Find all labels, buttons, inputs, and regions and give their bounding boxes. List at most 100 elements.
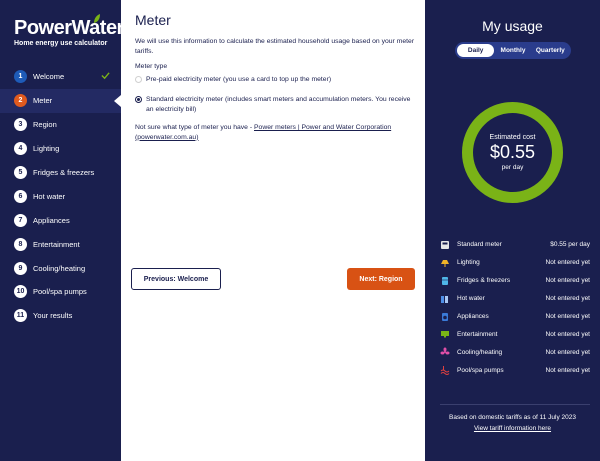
main-panel: Meter We will use this information to ca… [121,0,425,461]
option-standard-meter[interactable]: Standard electricity meter (includes sma… [135,95,415,114]
nav-item-region[interactable]: 3 Region [0,113,121,137]
usage-category: Lighting [457,259,480,267]
step-label: Fridges & freezers [33,168,95,177]
usage-value: $0.55 per day [550,241,590,249]
step-label: Your results [33,311,73,321]
step-number: 11 [14,309,27,323]
usage-row-standard-meter: Standard meter $0.55 per day [440,236,590,254]
tab-daily[interactable]: Daily [457,44,495,57]
step-number: 5 [14,166,27,179]
usage-row-cooling-heating: Cooling/heating Not entered yet [440,343,590,361]
step-number: 1 [14,70,27,84]
next-button[interactable]: Next: Region [347,268,415,290]
step-nav: 1 Welcome 2 Meter 3 Region 4 Lighting 5 Fridges &… [0,65,121,328]
gauge-label: Estimated cost [489,134,536,141]
usage-value: Not entered yet [545,295,590,303]
radio-standard[interactable] [135,96,142,103]
meter-type-label: Meter type [135,63,168,70]
intro-text: We will use this information to calculat… [135,38,415,55]
nav-item-cooling-heating[interactable]: 9 Cooling/heating [0,256,121,280]
step-number: 2 [14,94,27,108]
step-label: Cooling/heating [33,263,86,273]
usage-value: Not entered yet [545,277,590,285]
appliance-icon [440,312,450,322]
logo-subtitle: Home energy use calculator [14,40,108,47]
nav-item-hot-water[interactable]: 6 Hot water [0,184,121,208]
current-step-pointer [114,94,121,107]
usage-category: Cooling/heating [457,348,503,356]
option-prepaid-meter[interactable]: Pre-paid electricity meter (you use a ca… [135,75,415,85]
powerwater-logo: PowerWater Home energy use calculator [14,14,124,47]
leaf-icon [94,14,100,23]
usage-panel: My usage Daily Monthly Quarterly Estimat… [425,0,600,461]
radio-prepaid[interactable] [135,76,142,83]
step-label: Welcome [33,72,65,82]
meter-icon [440,240,450,250]
meter-help-text: Not sure what type of meter you have - P… [135,123,415,142]
pool-icon [440,365,450,376]
usage-row-pool-spa-pumps: Pool/spa pumps Not entered yet [440,361,590,379]
check-icon [101,72,110,80]
nav-item-lighting[interactable]: 4 Lighting [0,137,121,161]
tab-monthly[interactable]: Monthly [494,44,531,57]
usage-category: Entertainment [457,330,498,338]
usage-value: Not entered yet [545,330,590,338]
step-number: 7 [14,213,27,227]
lamp-icon [440,258,450,268]
step-number: 3 [14,118,27,132]
gauge-unit: per day [501,164,524,171]
nav-item-welcome[interactable]: 1 Welcome [0,65,121,89]
sidebar: PowerWater Home energy use calculator 1W… [0,0,124,461]
nav-item-meter[interactable]: 2 Meter [0,88,121,113]
usage-row-lighting: Lighting Not entered yet [440,254,590,272]
tv-icon [440,329,450,339]
nav-item-appliances[interactable]: 7 Appliances [0,208,121,232]
nav-item-your-results[interactable]: 11 Your results [0,304,121,328]
usage-category: Fridges & freezers [457,277,511,285]
option-prepaid-label: Pre-paid electricity meter (you use a ca… [146,76,332,83]
step-number: 10 [14,285,27,299]
usage-category: Appliances [457,313,489,320]
step-label: Hot water [33,191,66,201]
shower-icon [440,294,450,304]
usage-value: Not entered yet [545,366,590,374]
step-label: Lighting [33,144,60,154]
step-label: Region [33,120,57,130]
step-number: 6 [14,189,27,203]
nav-item-entertainment[interactable]: 8 Entertainment [0,232,121,256]
usage-title: My usage [482,18,543,34]
step-label: Appliances [33,215,70,225]
usage-value: Not entered yet [545,348,590,356]
option-standard-label: Standard electricity meter (includes sma… [146,96,411,113]
fridge-icon [440,276,450,286]
usage-value: Not entered yet [545,313,590,320]
tariff-note: Based on domestic tariffs as of 11 July … [449,414,576,421]
fan-icon [440,347,450,357]
usage-breakdown: Standard meter $0.55 per day Lighting Not e… [440,236,590,379]
period-tabs: Daily Monthly Quarterly [455,42,571,59]
previous-button[interactable]: Previous: Welcome [131,268,221,290]
step-label: Entertainment [33,239,80,249]
step-number: 8 [14,237,27,251]
usage-row-entertainment: Entertainment Not entered yet [440,325,590,343]
meter-help-prefix: Not sure what type of meter you have - [135,124,255,131]
step-label: Meter [33,96,53,106]
usage-row-appliances: Appliances Not entered yet [440,308,590,326]
usage-value: Not entered yet [545,259,590,267]
usage-category: Pool/spa pumps [457,366,504,374]
page-title: Meter [135,12,171,28]
usage-row-hot-water: Hot water Not entered yet [440,290,590,308]
tariff-info-link[interactable]: View tariff information here [425,425,600,432]
step-number: 9 [14,261,27,275]
tab-quarterly[interactable]: Quarterly [532,44,569,57]
usage-row-fridges-freezers: Fridges & freezers Not entered yet [440,272,590,290]
usage-category: Hot water [457,295,485,303]
gauge-readout: Estimated cost $0.55 per day [461,101,564,204]
divider [440,404,590,405]
nav-item-pool-spa-pumps[interactable]: 10 Pool/spa pumps [0,280,121,304]
gauge-value: $0.55 [489,142,536,162]
usage-category: Standard meter [457,241,502,249]
step-label: Pool/spa pumps [33,287,87,297]
nav-item-fridges-freezers[interactable]: 5 Fridges & freezers [0,161,121,185]
step-number: 4 [14,142,27,156]
